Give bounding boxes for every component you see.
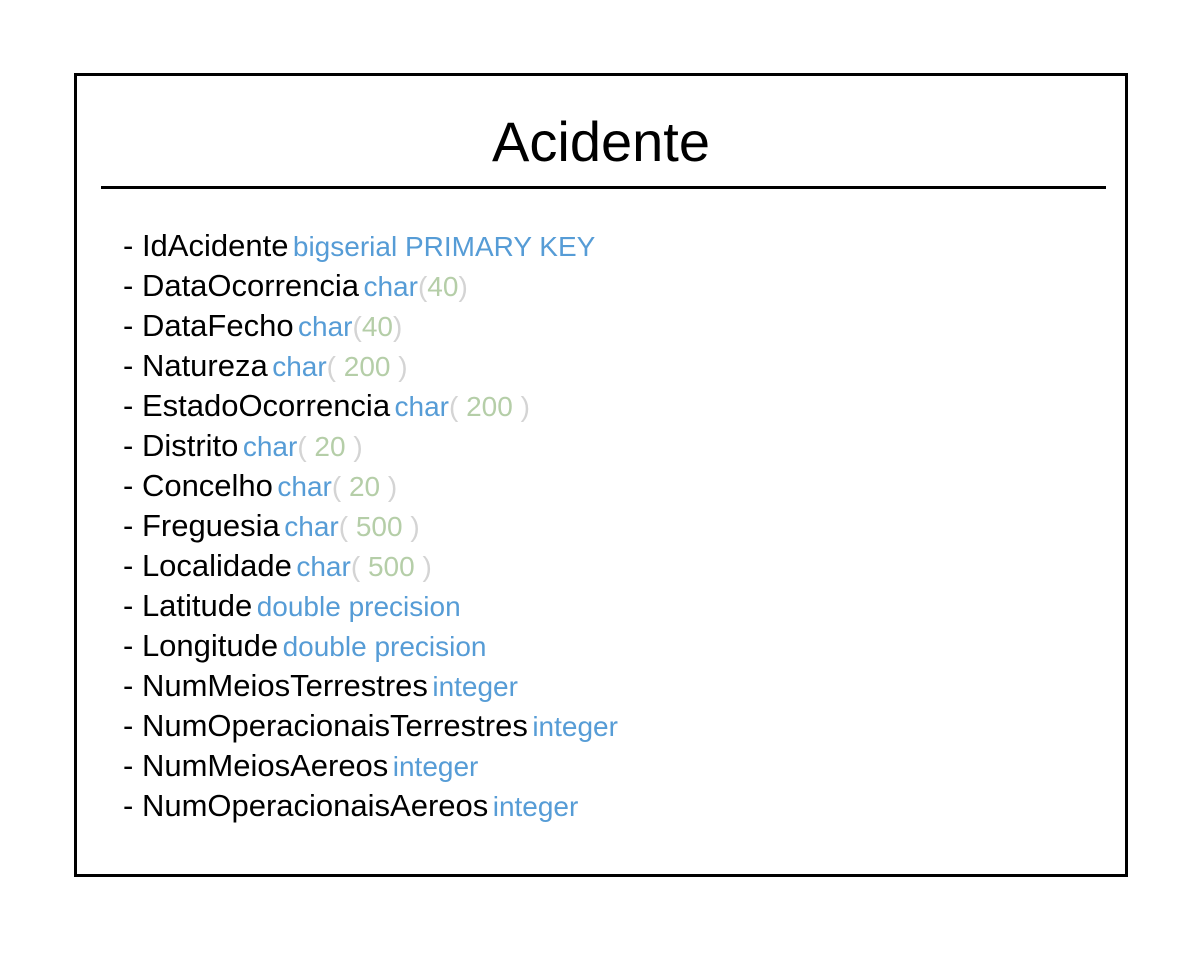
- attribute-bullet: -: [123, 268, 142, 303]
- attribute-length: ( 500 ): [350, 551, 432, 582]
- attribute-length: (40): [417, 271, 468, 302]
- attribute-name: Freguesia: [141, 508, 280, 543]
- attribute-row: - NumMeiosAereos integer: [123, 746, 618, 786]
- attribute-row: - NumMeiosTerrestres integer: [123, 666, 618, 706]
- attribute-length: ( 200 ): [448, 391, 530, 422]
- attribute-length: ( 200 ): [326, 351, 408, 382]
- entity-box-acidente: Acidente - IdAcidente bigserial PRIMARY …: [74, 73, 1128, 877]
- attribute-row: - Distrito char( 20 ): [123, 426, 618, 466]
- attribute-type: double precision: [282, 631, 487, 662]
- attribute-bullet: -: [123, 588, 142, 623]
- entity-title: Acidente: [492, 110, 710, 173]
- attribute-bullet: -: [123, 788, 142, 823]
- attribute-name: NumOperacionaisAereos: [141, 788, 489, 823]
- attribute-name: Latitude: [141, 588, 253, 623]
- attribute-bullet: -: [123, 668, 142, 703]
- attribute-row: - Concelho char( 20 ): [123, 466, 618, 506]
- attribute-bullet: -: [123, 308, 142, 343]
- attribute-type: integer: [532, 711, 618, 742]
- attribute-bullet: -: [123, 708, 142, 743]
- attribute-row: - Natureza char( 200 ): [123, 346, 618, 386]
- attribute-row: - IdAcidente bigserial PRIMARY KEY: [123, 226, 618, 266]
- attribute-row: - Latitude double precision: [123, 586, 618, 626]
- attribute-name: NumMeiosAereos: [141, 748, 389, 783]
- attribute-type: char: [394, 391, 449, 422]
- attribute-length: ( 20 ): [297, 431, 363, 462]
- attribute-type: char: [242, 431, 298, 462]
- attribute-type: double precision: [256, 591, 461, 622]
- attribute-type: char: [277, 471, 332, 502]
- attribute-list: - IdAcidente bigserial PRIMARY KEY - Data…: [123, 226, 618, 826]
- attribute-bullet: -: [123, 468, 142, 503]
- attribute-bullet: -: [123, 228, 142, 263]
- attribute-row: - EstadoOcorrencia char( 200 ): [123, 386, 618, 426]
- attribute-type: char: [363, 271, 418, 302]
- attribute-name: EstadoOcorrencia: [141, 388, 391, 423]
- attribute-bullet: -: [123, 388, 142, 423]
- attribute-name: Longitude: [141, 628, 279, 663]
- attribute-bullet: -: [123, 348, 142, 383]
- attribute-type: char: [272, 351, 327, 382]
- attribute-row: - Localidade char( 500 ): [123, 546, 618, 586]
- attribute-name: Natureza: [141, 348, 268, 383]
- attribute-name: NumMeiosTerrestres: [141, 668, 428, 703]
- attribute-length: ( 500 ): [338, 511, 420, 542]
- attribute-row: - Freguesia char( 500 ): [123, 506, 618, 546]
- attribute-name: DataFecho: [141, 308, 294, 343]
- attribute-bullet: -: [123, 428, 142, 463]
- attribute-row: - DataFecho char(40): [123, 306, 618, 346]
- attribute-bullet: -: [123, 628, 142, 663]
- attribute-name: Concelho: [141, 468, 273, 503]
- attribute-row: - DataOcorrencia char(40): [123, 266, 618, 306]
- attribute-type: char: [296, 551, 351, 582]
- attribute-name: NumOperacionaisTerrestres: [141, 708, 528, 743]
- title-divider: [101, 186, 1106, 189]
- attribute-type: integer: [392, 751, 479, 782]
- attribute-type: integer: [492, 791, 579, 822]
- attribute-type: integer: [432, 671, 518, 702]
- attribute-bullet: -: [123, 748, 142, 783]
- attribute-name: Localidade: [141, 548, 292, 583]
- attribute-row: - NumOperacionaisTerrestres integer: [123, 706, 618, 746]
- attribute-name: IdAcidente: [141, 228, 289, 263]
- attribute-row: - Longitude double precision: [123, 626, 618, 666]
- attribute-bullet: -: [123, 508, 142, 543]
- attribute-length: (40): [352, 311, 403, 342]
- attribute-type: char: [284, 511, 339, 542]
- attribute-row: - NumOperacionaisAereos integer: [123, 786, 618, 826]
- attribute-name: Distrito: [141, 428, 239, 463]
- attribute-length: ( 20 ): [331, 471, 398, 502]
- attribute-type: bigserial PRIMARY KEY: [292, 231, 596, 262]
- attribute-type: char: [298, 311, 353, 342]
- attribute-bullet: -: [123, 548, 142, 583]
- attribute-name: DataOcorrencia: [141, 268, 360, 303]
